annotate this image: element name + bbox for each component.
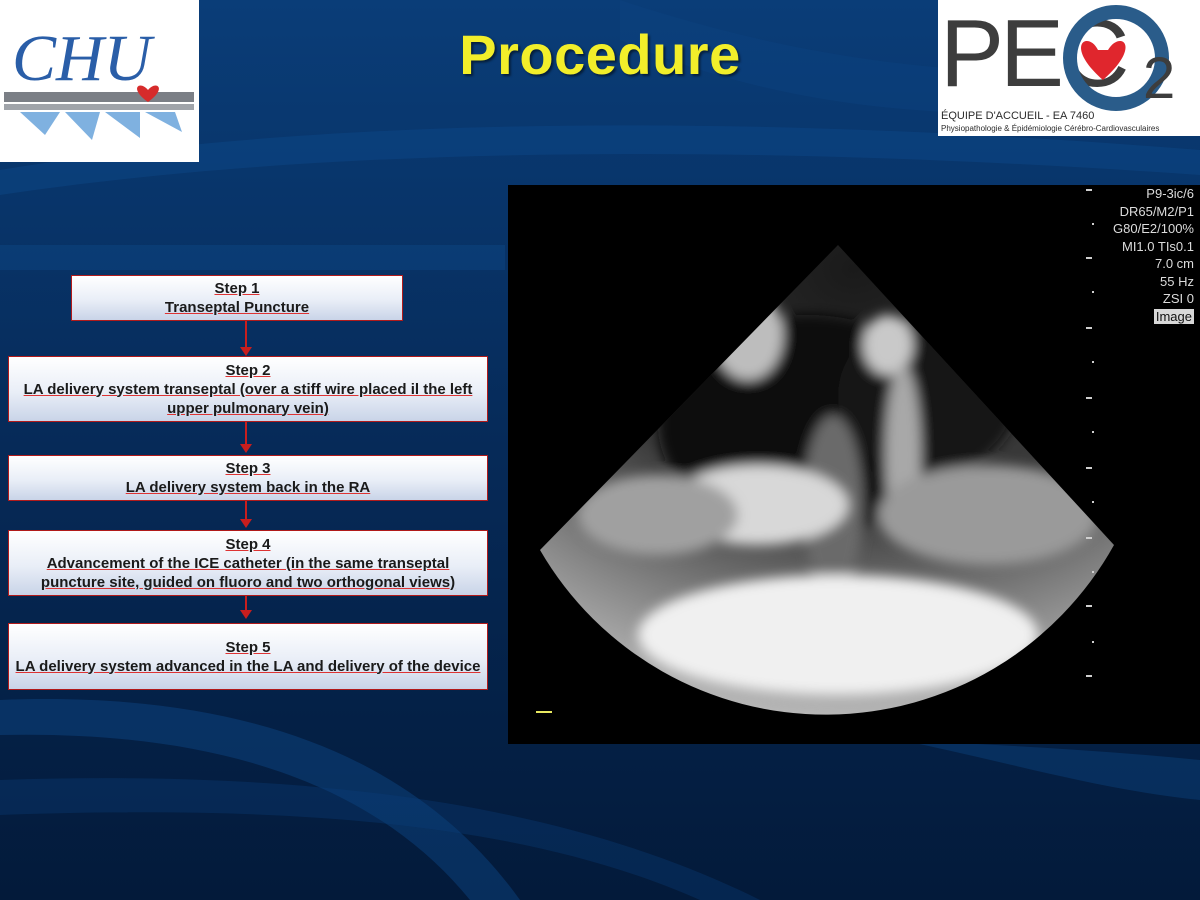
step-3-text: LA delivery system back in the RA: [125, 479, 371, 496]
step-3-box: Step 3 LA delivery system back in the RA: [8, 455, 488, 501]
ultrasound-parameters: P9-3ic/6 DR65/M2/P1 G80/E2/100% MI1.0 TI…: [1113, 185, 1194, 325]
step-4-box: Step 4 Advancement of the ICE catheter (…: [8, 530, 488, 596]
pec2-subtitle-2: Physiopathologie & Épidémiologie Cérébro…: [941, 124, 1160, 133]
us-param-framerate: 55 Hz: [1160, 273, 1194, 289]
step-5-text: LA delivery system advanced in the LA an…: [15, 657, 481, 675]
step-5-box: Step 5 LA delivery system advanced in th…: [8, 623, 488, 690]
page-title: Procedure: [459, 23, 741, 86]
pec2-subtitle: ÉQUIPE D'ACCUEIL - EA 7460: [941, 110, 1095, 122]
ice-ultrasound-image: P9-3ic/6 DR65/M2/P1 G80/E2/100% MI1.0 TI…: [508, 185, 1200, 744]
us-param-dr: DR65/M2/P1: [1119, 203, 1194, 219]
arrow-1: [245, 321, 247, 349]
arrowhead-2: [240, 444, 252, 453]
step-2-text: LA delivery system transeptal (over a st…: [23, 380, 473, 417]
step-2-box: Step 2 LA delivery system transeptal (ov…: [8, 356, 488, 422]
step-3-heading: Step 3: [225, 460, 271, 477]
us-param-gain: G80/E2/100%: [1113, 221, 1194, 236]
arrowhead-3: [240, 519, 252, 528]
arrow-2: [245, 422, 247, 446]
us-param-mi: MI1.0 TIs0.1: [1121, 238, 1194, 254]
step-4-text: Advancement of the ICE catheter (in the …: [40, 554, 456, 591]
us-param-depth: 7.0 cm: [1154, 256, 1194, 271]
us-param-zsi: ZSI 0: [1162, 291, 1194, 306]
arrowhead-1: [240, 347, 252, 356]
step-1-text: Transeptal Puncture: [164, 299, 310, 316]
us-param-image-label: Image: [1153, 308, 1194, 324]
step-1-box: Step 1 Transeptal Puncture: [71, 275, 403, 321]
step-1-heading: Step 1: [214, 280, 260, 297]
us-param-probe: P9-3ic/6: [1146, 186, 1194, 201]
step-2-heading: Step 2: [225, 361, 271, 379]
arrow-3: [245, 501, 247, 521]
step-5-heading: Step 5: [225, 638, 271, 656]
step-4-heading: Step 4: [225, 535, 271, 553]
ultrasound-sector: [536, 189, 1114, 715]
arrowhead-4: [240, 610, 252, 619]
